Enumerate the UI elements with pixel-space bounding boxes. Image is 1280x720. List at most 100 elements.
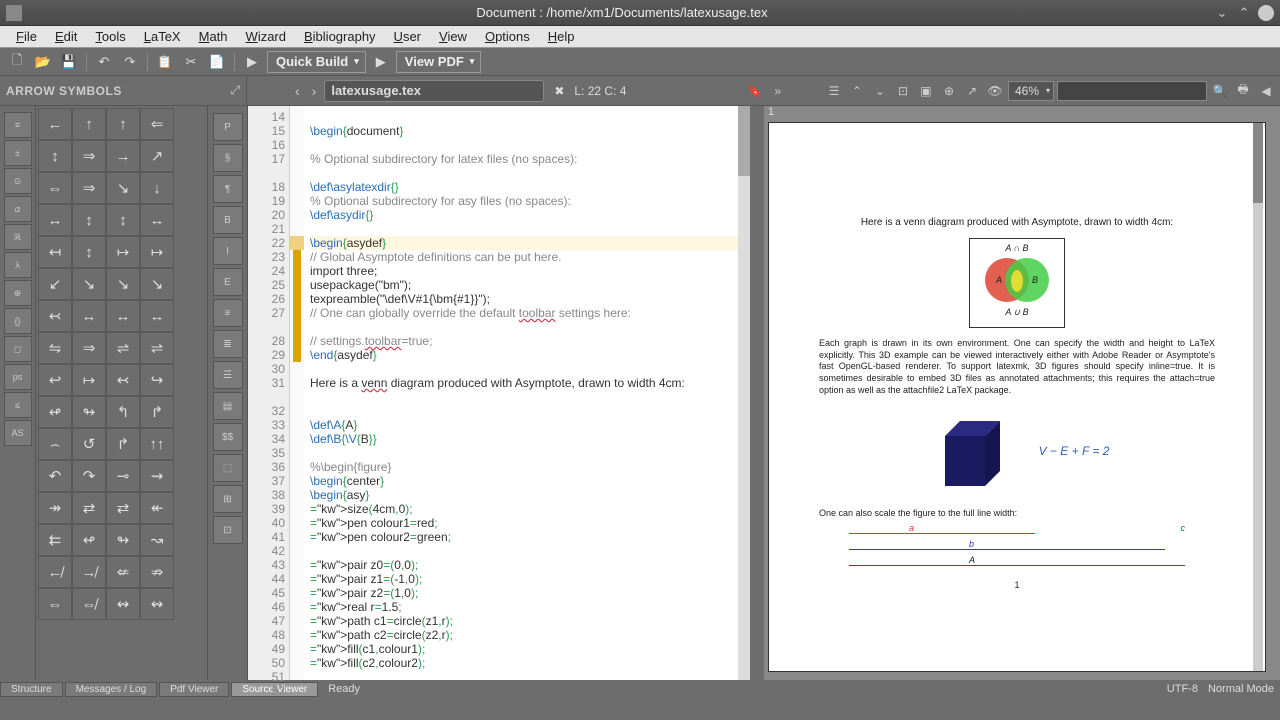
pdf-search-input[interactable] (1057, 81, 1207, 101)
arrow-symbol[interactable]: ↰ (106, 396, 140, 428)
format-tool-7[interactable]: ≣ (213, 330, 243, 358)
arrow-symbol[interactable]: ↔ (140, 204, 174, 236)
arrow-symbol[interactable]: ← (38, 108, 72, 140)
arrow-symbol[interactable]: ↕ (72, 204, 106, 236)
arrow-symbol[interactable]: ⇔ (38, 172, 72, 204)
arrow-symbol[interactable]: → (106, 140, 140, 172)
menu-options[interactable]: Options (477, 27, 538, 46)
symbol-category-0[interactable]: ≡ (4, 112, 32, 138)
arrow-symbol[interactable]: ⊸ (106, 460, 140, 492)
arrow-symbol[interactable]: ⇌ (140, 332, 174, 364)
arrow-symbol[interactable]: ↷ (72, 460, 106, 492)
symbol-category-9[interactable]: ps (4, 364, 32, 390)
menu-tools[interactable]: Tools (87, 27, 133, 46)
eye-icon[interactable]: 👁 (985, 84, 1005, 98)
arrow-symbol[interactable]: ↪ (140, 364, 174, 396)
arrow-symbol[interactable]: ↑ (106, 108, 140, 140)
symbol-category-1[interactable]: ± (4, 140, 32, 166)
close-button[interactable]: ✕ (1258, 5, 1274, 21)
save-icon[interactable]: 💾 (58, 51, 80, 73)
cut-icon[interactable]: ✂ (180, 51, 202, 73)
symbol-category-4[interactable]: ℝ (4, 224, 32, 250)
arrow-symbol[interactable]: ↕ (38, 140, 72, 172)
minimize-button[interactable]: ⌄ (1214, 5, 1230, 21)
symbol-category-10[interactable]: ≤ (4, 392, 32, 418)
arrow-symbol[interactable]: ↫ (38, 396, 72, 428)
arrow-symbol[interactable]: ↶ (38, 460, 72, 492)
arrow-symbol[interactable]: ↕ (106, 204, 140, 236)
arrow-symbol[interactable]: ↔ (140, 300, 174, 332)
status-tab-structure[interactable]: Structure (0, 682, 63, 697)
arrow-symbol[interactable]: ↢ (106, 364, 140, 396)
arrow-symbol[interactable]: ↩ (38, 364, 72, 396)
format-tool-11[interactable]: ⬚ (213, 454, 243, 482)
arrow-symbol[interactable]: ↺ (72, 428, 106, 460)
format-tool-5[interactable]: E (213, 268, 243, 296)
search-icon[interactable]: 🔍 (1210, 84, 1230, 98)
symbol-category-2[interactable]: ⊙ (4, 168, 32, 194)
editor-scrollbar[interactable] (738, 106, 750, 680)
arrow-symbol[interactable]: ⇒ (72, 332, 106, 364)
fit-page-icon[interactable]: ▣ (916, 84, 936, 98)
arrow-symbol[interactable]: ↢ (38, 300, 72, 332)
paste-icon[interactable]: 📄 (206, 51, 228, 73)
panel-expand-icon[interactable]: ⤢ (230, 83, 240, 98)
maximize-button[interactable]: ⌃ (1236, 5, 1252, 21)
arrow-symbol[interactable]: ↑↑ (140, 428, 174, 460)
arrow-symbol[interactable]: ⇒ (72, 140, 106, 172)
file-dropdown[interactable]: latexusage.tex (324, 80, 544, 102)
arrow-symbol[interactable]: ⇌ (106, 332, 140, 364)
print-icon[interactable]: 🖶 (1233, 80, 1253, 101)
arrow-symbol[interactable]: ⇍ (106, 556, 140, 588)
prev-file-icon[interactable]: ‹ (291, 83, 304, 99)
arrow-symbol[interactable]: ↑ (72, 108, 106, 140)
arrow-symbol[interactable]: ↔ (106, 300, 140, 332)
nav-down-icon[interactable]: ⌄ (870, 84, 890, 98)
arrow-symbol[interactable]: ↭ (106, 588, 140, 620)
bookmark-icon[interactable]: 🔖 (743, 84, 766, 98)
preview-scrollbar[interactable] (1253, 123, 1263, 671)
format-tool-10[interactable]: $$ (213, 423, 243, 451)
format-tool-4[interactable]: I (213, 237, 243, 265)
arrow-symbol[interactable]: ↞ (140, 492, 174, 524)
menu-view[interactable]: View (431, 27, 475, 46)
copy-icon[interactable]: 📋 (154, 51, 176, 73)
external-icon[interactable]: ↗ (962, 84, 982, 98)
menu-help[interactable]: Help (540, 27, 583, 46)
symbol-category-8[interactable]: ◻ (4, 336, 32, 362)
arrow-symbol[interactable]: ↦ (72, 364, 106, 396)
pdf-page[interactable]: Here is a venn diagram produced with Asy… (768, 122, 1266, 672)
open-folder-icon[interactable]: 📂 (32, 51, 54, 73)
arrow-symbol[interactable]: ↬ (72, 396, 106, 428)
list-icon[interactable]: ☰ (824, 84, 844, 98)
format-tool-8[interactable]: ☰ (213, 361, 243, 389)
arrow-symbol[interactable]: ↬ (106, 524, 140, 556)
arrow-symbol[interactable]: ⇇ (38, 524, 72, 556)
symbol-category-5[interactable]: λ (4, 252, 32, 278)
arrow-symbol[interactable]: ↱ (140, 396, 174, 428)
status-tab-messages-log[interactable]: Messages / Log (65, 682, 158, 697)
format-tool-0[interactable]: P (213, 113, 243, 141)
arrow-symbol[interactable]: ↤ (38, 236, 72, 268)
arrow-symbol[interactable]: ↕ (72, 236, 106, 268)
arrow-symbol[interactable]: ↔ (38, 204, 72, 236)
symbol-category-11[interactable]: AS (4, 420, 32, 446)
format-tool-2[interactable]: ¶ (213, 175, 243, 203)
arrow-symbol[interactable]: ⇄ (106, 492, 140, 524)
menu-user[interactable]: User (386, 27, 429, 46)
arrow-symbol[interactable]: ↘ (140, 268, 174, 300)
arrow-symbol[interactable]: ↘ (72, 268, 106, 300)
arrow-symbol[interactable]: ↓ (140, 172, 174, 204)
format-tool-12[interactable]: ⊞ (213, 485, 243, 513)
arrow-symbol[interactable]: ↘ (106, 172, 140, 204)
menu-math[interactable]: Math (191, 27, 236, 46)
fit-width-icon[interactable]: ⊡ (893, 84, 913, 98)
arrow-symbol[interactable]: ↘ (106, 268, 140, 300)
arrow-symbol[interactable]: ⇒ (72, 172, 106, 204)
symbol-category-6[interactable]: ⊕ (4, 280, 32, 306)
menu-edit[interactable]: Edit (47, 27, 85, 46)
redo-icon[interactable]: ↷ (119, 51, 141, 73)
arrow-symbol[interactable]: ↗ (140, 140, 174, 172)
arrow-symbol[interactable]: ↭ (140, 588, 174, 620)
arrow-symbol[interactable]: ⇐ (140, 108, 174, 140)
